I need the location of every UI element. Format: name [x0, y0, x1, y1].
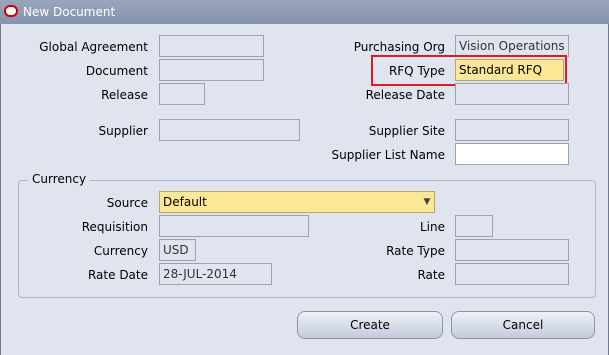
release-date-label: Release Date — [365, 88, 445, 102]
chevron-down-icon[interactable]: ▼ — [420, 192, 434, 212]
requisition-label: Requisition — [81, 220, 148, 234]
line-field[interactable] — [455, 215, 493, 237]
source-select[interactable]: Default — [159, 191, 435, 213]
document-label: Document — [85, 64, 148, 78]
source-label: Source — [106, 196, 148, 210]
oracle-logo-icon — [4, 5, 18, 17]
currency-group-title: Currency — [28, 172, 91, 186]
release-field[interactable] — [159, 83, 205, 105]
requisition-field[interactable] — [159, 215, 309, 237]
rate-type-field[interactable] — [455, 239, 569, 261]
rate-type-label: Rate Type — [386, 244, 445, 258]
supplier-field[interactable] — [159, 119, 300, 141]
purchasing-org-label: Purchasing Org — [353, 40, 445, 54]
supplier-list-name-label: Supplier List Name — [331, 148, 445, 162]
cancel-button[interactable]: Cancel — [451, 311, 595, 339]
line-label: Line — [419, 220, 445, 234]
currency-label: Currency — [93, 244, 148, 258]
global-agreement-field[interactable] — [159, 35, 264, 57]
supplier-list-name-field[interactable] — [455, 143, 569, 165]
currency-field[interactable]: USD — [159, 239, 196, 261]
purchasing-org-field[interactable]: Vision Operations — [455, 35, 569, 57]
window-title: New Document — [23, 5, 116, 19]
supplier-site-label: Supplier Site — [368, 124, 445, 138]
release-date-field[interactable] — [455, 83, 569, 105]
release-label: Release — [101, 88, 148, 102]
create-button[interactable]: Create — [297, 311, 443, 339]
rate-date-label: Rate Date — [87, 268, 148, 282]
supplier-site-field[interactable] — [455, 119, 569, 141]
supplier-label: Supplier — [98, 124, 148, 138]
rate-field[interactable] — [455, 263, 569, 285]
rate-label: Rate — [417, 268, 445, 282]
rate-date-field[interactable]: 28-JUL-2014 — [159, 263, 272, 285]
rfq-type-highlight-box — [371, 55, 567, 86]
window-titlebar: New Document — [0, 0, 609, 24]
document-field[interactable] — [159, 59, 264, 81]
global-agreement-label: Global Agreement — [39, 40, 148, 54]
window-border-left — [0, 24, 1, 355]
